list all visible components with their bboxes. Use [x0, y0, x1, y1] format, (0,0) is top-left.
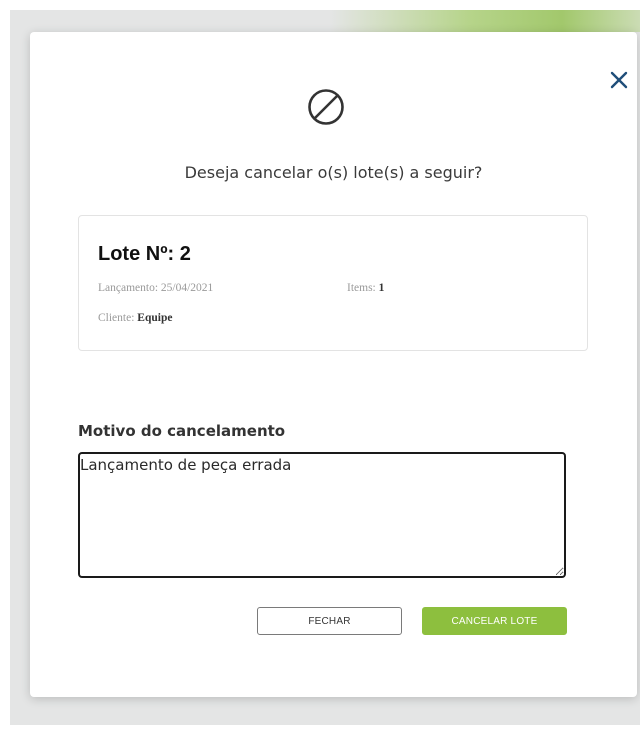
cliente-label: Cliente: [98, 312, 138, 324]
cancel-lote-modal: Deseja cancelar o(s) lote(s) a seguir? L… [30, 32, 637, 697]
lancamento-value: 25/04/2021 [160, 282, 214, 294]
lancamento-label: Lançamento: [98, 282, 161, 294]
close-button[interactable] [607, 68, 631, 92]
close-icon [610, 71, 628, 89]
cancelar-lote-button[interactable]: CANCELAR LOTE [422, 607, 567, 635]
lote-card: Lote Nº: 2 Lançamento: 25/04/2021 Items:… [78, 215, 588, 351]
motivo-textarea[interactable]: Lançamento de peça errada [78, 452, 566, 578]
lancamento-info: Lançamento: 25/04/2021 [98, 282, 213, 294]
items-label: Items: [347, 282, 379, 294]
ban-icon [307, 88, 345, 126]
cliente-value: Equipe [137, 312, 173, 324]
cliente-info: Cliente: Equipe [98, 312, 172, 324]
backdrop-accent-strip [330, 10, 640, 32]
confirm-question: Deseja cancelar o(s) lote(s) a seguir? [184, 163, 483, 182]
motivo-label: Motivo do cancelamento [78, 422, 286, 440]
items-info: Items: 1 [347, 282, 384, 294]
items-value: 1 [378, 282, 385, 294]
fechar-button[interactable]: FECHAR [257, 607, 402, 635]
lote-title: Lote Nº: 2 [98, 243, 191, 265]
